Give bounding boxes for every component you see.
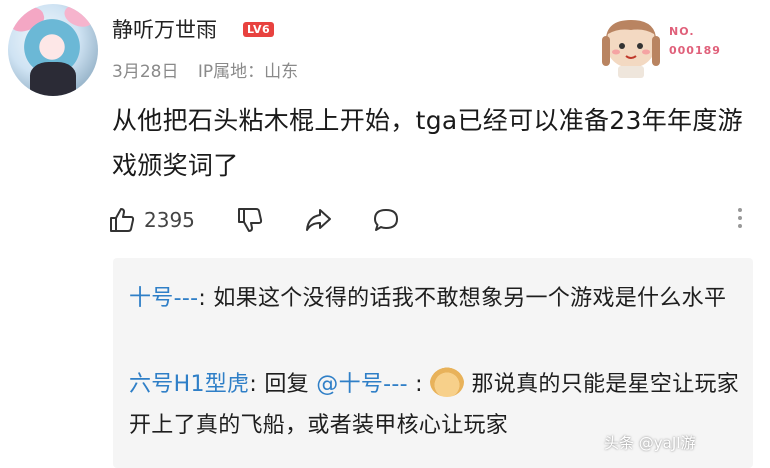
reply-author[interactable]: 六号H1型虎 [129,372,249,397]
decoration-character-icon [602,20,660,78]
ip-location: IP属地：山东 [197,62,299,82]
decoration-serial: 000189 [669,44,721,57]
share-button[interactable] [304,204,332,236]
reply-separator: : [198,286,214,311]
dislike-button[interactable] [236,204,264,236]
reply-mention-separator: : [407,372,431,397]
reply-item[interactable]: 十号---: 如果这个没得的话我不敢想象另一个游戏是什么水平 [129,278,745,319]
decoration-number: NO. 000189 [669,22,739,60]
like-button[interactable]: 2395 [108,204,195,236]
reply-text: 如果这个没得的话我不敢想象另一个游戏是什么水平 [213,286,727,311]
comment-date: 3月28日 [112,62,179,82]
username[interactable]: 静听万世雨 [112,14,217,44]
like-count: 2395 [144,208,195,232]
reply-button[interactable] [372,204,400,236]
level-badge: LV6 [243,22,275,37]
reply-mention[interactable]: @十号--- [316,372,408,397]
reply-separator: : [249,372,265,397]
decoration-label: NO. [669,25,695,38]
doge-emoji-icon [430,367,465,397]
comment-actions: 2395 [108,204,748,240]
reply-prefix: 回复 [264,372,317,397]
watermark: 头条 @yaJI游 [604,434,696,452]
more-options-icon[interactable] [738,208,744,232]
share-icon [306,209,331,231]
thumbs-down-icon [238,208,263,232]
user-avatar[interactable] [8,4,98,96]
comment-text: 从他把石头粘木棍上开始，tga已经可以准备23年年度游戏颁奖词了 [112,106,743,180]
thumbs-up-icon [110,208,135,232]
comment-meta: 3月28日 IP属地：山东 [112,57,312,82]
reply-author[interactable]: 十号--- [129,286,198,311]
comment-bubble-icon [374,209,398,231]
avatar-dress [30,62,76,96]
